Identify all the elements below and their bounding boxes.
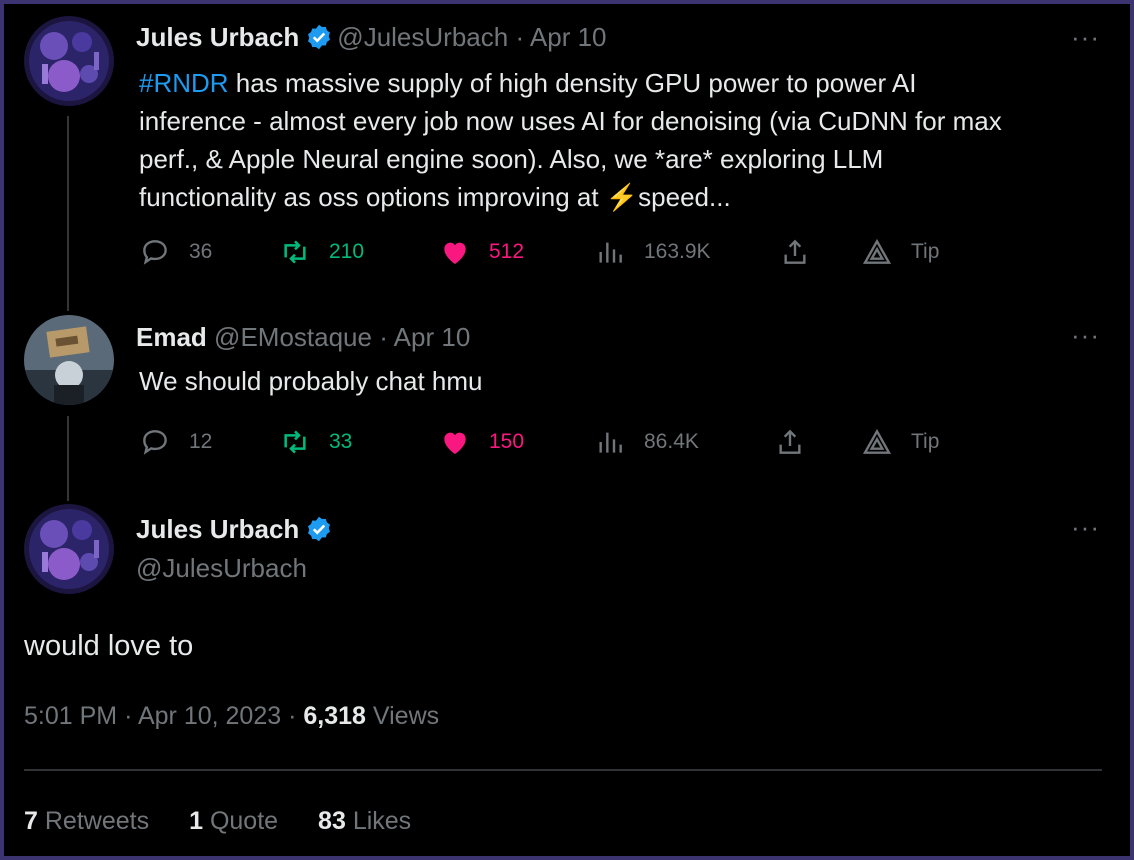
meta-sep: ·	[288, 702, 297, 730]
more-icon[interactable]: ···	[1071, 320, 1100, 351]
views-icon	[599, 432, 622, 453]
tip-icon	[862, 238, 892, 264]
like-icon	[444, 432, 466, 454]
like-button[interactable]: 512	[439, 232, 524, 272]
views-count: 86.4K	[644, 430, 699, 453]
verified-icon	[305, 23, 333, 51]
tip-button[interactable]: Tip	[861, 232, 939, 272]
retweets-count: 7	[24, 807, 38, 835]
tweet-text-line: #RNDR has massive supply of high density…	[139, 64, 1090, 102]
retweet-icon	[284, 240, 306, 264]
views-button[interactable]: 86.4K	[594, 422, 699, 462]
date-sep: ·	[515, 22, 525, 52]
retweets-label: Retweets	[44, 807, 150, 835]
likes-stat[interactable]: 83 Likes	[318, 807, 411, 835]
main-tweet-text: would love to	[24, 630, 194, 662]
avatar[interactable]	[24, 16, 114, 106]
author-name[interactable]: Emad	[136, 322, 207, 352]
reply-button[interactable]: 36	[139, 232, 212, 272]
tweet-text-segment: functionality as oss options improving a…	[139, 182, 606, 212]
like-count: 512	[489, 240, 525, 263]
thread-line	[67, 116, 69, 311]
tweet-text-segment: has massive supply of high density GPU p…	[228, 68, 917, 98]
tweet-text-line: perf., & Apple Neural engine soon). Also…	[139, 144, 884, 174]
verified-icon	[305, 515, 333, 543]
likes-count: 83	[318, 807, 346, 835]
quotes-count: 1	[189, 807, 203, 835]
views-button[interactable]: 163.9K	[594, 232, 711, 272]
quotes-stat[interactable]: 1 Quote	[189, 807, 278, 835]
divider	[24, 769, 1102, 771]
reply-icon	[143, 240, 167, 265]
tip-label: Tip	[911, 240, 940, 263]
share-button[interactable]	[774, 422, 824, 462]
author-name[interactable]: Jules Urbach	[136, 514, 299, 544]
tweet-meta: 5:01 PM · Apr 10, 2023 · 6,318 Views	[24, 702, 439, 731]
tweet-header: Emad @EMostaque · Apr 10	[136, 322, 470, 353]
tip-icon	[862, 428, 892, 454]
action-bar: 12 33 150 86.4K Tip	[139, 422, 1039, 462]
author-handle[interactable]: @JulesUrbach	[337, 22, 508, 52]
retweets-stat[interactable]: 7 Retweets	[24, 807, 149, 835]
tweet-header: Jules Urbach @JulesUrbach · Apr 10	[136, 22, 607, 53]
more-icon[interactable]: ···	[1071, 22, 1100, 53]
like-button[interactable]: 150	[439, 422, 524, 462]
tweet-text-line: functionality as oss options improving a…	[139, 178, 1090, 216]
thread-line	[67, 416, 69, 501]
tweet-time[interactable]: 5:01 PM	[24, 702, 117, 730]
reply-icon	[143, 430, 167, 455]
avatar-image	[24, 16, 114, 106]
action-bar: 36 210 512 163.9K Tip	[139, 232, 1039, 272]
like-count: 150	[489, 430, 525, 453]
views-count: 6,318	[303, 702, 366, 730]
retweet-button[interactable]: 33	[279, 422, 352, 462]
avatar-image	[24, 315, 114, 405]
tweet-text-segment: speed...	[638, 182, 731, 212]
retweet-button[interactable]: 210	[279, 232, 364, 272]
author-handle[interactable]: @EMostaque	[214, 322, 372, 352]
share-button[interactable]	[779, 232, 829, 272]
views-icon	[599, 242, 622, 263]
tweet-text: #RNDR has massive supply of high density…	[139, 64, 1090, 216]
views-label: Views	[372, 702, 440, 730]
hashtag-link[interactable]: #RNDR	[139, 68, 229, 98]
frame: Jules Urbach @JulesUrbach · Apr 10 ··· #R…	[4, 4, 1130, 856]
retweet-count: 33	[329, 430, 353, 453]
retweet-count: 210	[329, 240, 365, 263]
tweet-stats: 7 Retweets 1 Quote 83 Likes	[24, 807, 451, 836]
meta-sep: ·	[124, 702, 133, 730]
tip-label: Tip	[911, 430, 940, 453]
author-name[interactable]: Jules Urbach	[136, 22, 299, 52]
avatar-image	[24, 504, 114, 594]
like-icon	[444, 242, 466, 264]
lightning-emoji: ⚡	[605, 182, 639, 212]
quotes-label: Quote	[209, 807, 279, 835]
reply-button[interactable]: 12	[139, 422, 212, 462]
more-icon[interactable]: ···	[1071, 512, 1100, 543]
reply-count: 36	[189, 240, 213, 263]
date-sep: ·	[379, 322, 388, 352]
tip-button[interactable]: Tip	[861, 422, 939, 462]
tweet-text-line: inference - almost every job now uses AI…	[139, 106, 1002, 136]
retweet-icon	[284, 430, 306, 454]
avatar[interactable]	[24, 504, 114, 594]
author-handle[interactable]: @JulesUrbach	[136, 553, 307, 584]
tweet-text: We should probably chat hmu	[139, 366, 483, 396]
tweet-date[interactable]: Apr 10, 2023	[138, 702, 281, 730]
reply-count: 12	[189, 430, 213, 453]
tweet-date[interactable]: Apr 10	[530, 22, 607, 52]
share-icon	[784, 239, 806, 264]
share-icon	[779, 429, 801, 454]
main-author-name-row: Jules Urbach	[136, 514, 337, 545]
tweet-date[interactable]: Apr 10	[394, 322, 471, 352]
avatar[interactable]	[24, 315, 114, 405]
views-count: 163.9K	[644, 240, 711, 263]
likes-label: Likes	[352, 807, 412, 835]
